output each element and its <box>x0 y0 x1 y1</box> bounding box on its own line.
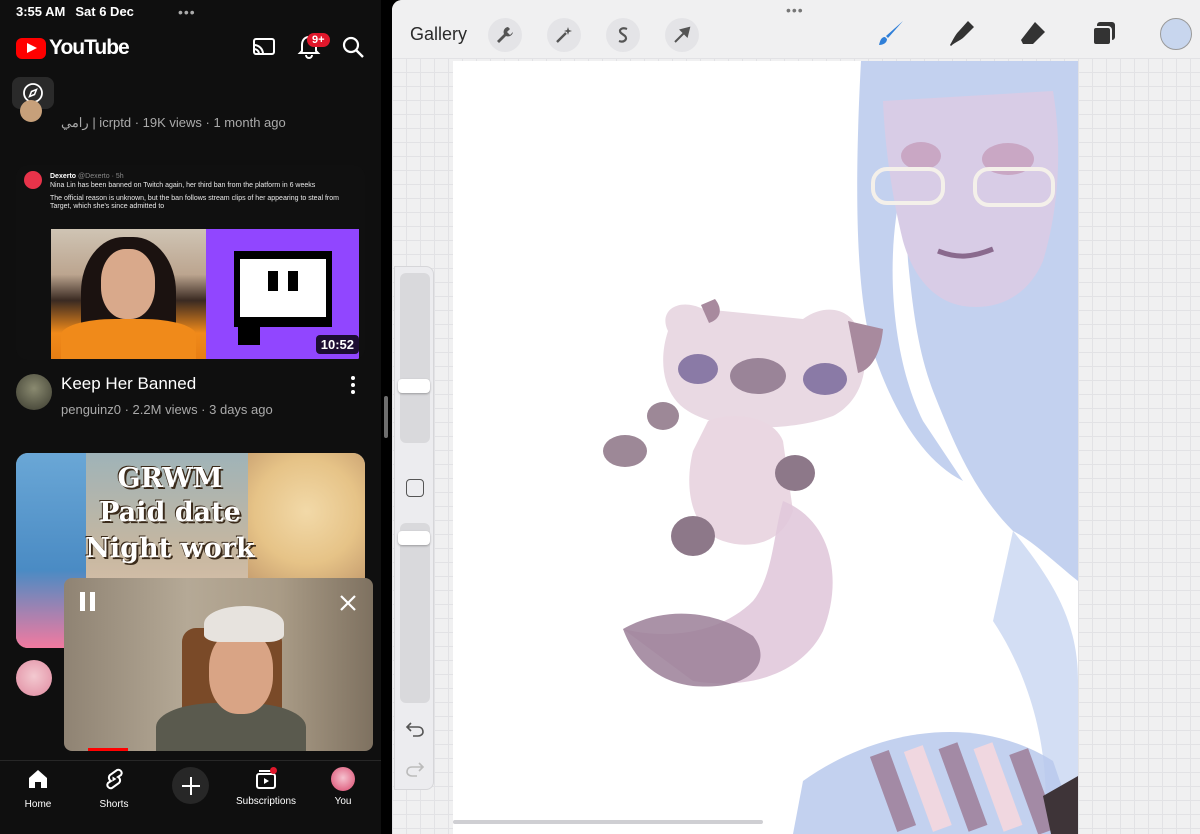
creature-nose <box>730 358 786 394</box>
wrench-icon <box>497 27 513 43</box>
selection-icon <box>618 27 628 43</box>
thumb-text-line: GRWM <box>117 463 223 494</box>
split-view-handle[interactable] <box>384 396 388 438</box>
plus-icon <box>181 776 200 795</box>
twitch-eye <box>268 271 278 291</box>
canvas-scroll-indicator <box>453 820 763 824</box>
nav-subscriptions[interactable]: Subscriptions <box>231 767 301 807</box>
creature-eye-patch <box>678 354 718 384</box>
pause-icon[interactable] <box>80 592 98 612</box>
multitasking-dots-icon[interactable]: ••• <box>786 2 804 18</box>
tweet-author: Dexerto <box>50 173 77 180</box>
eraser-icon[interactable] <box>1017 18 1049 50</box>
miniplayer[interactable] <box>64 578 373 751</box>
creature-paw <box>775 455 815 491</box>
transform-button[interactable] <box>665 18 699 52</box>
pip-head <box>209 630 273 714</box>
magic-wand-icon <box>556 27 572 43</box>
left-eye <box>901 142 941 170</box>
thumbnail-photo <box>51 229 206 359</box>
cast-icon[interactable] <box>251 34 277 60</box>
nav-you[interactable]: You <box>308 767 378 807</box>
twitch-tail <box>238 327 260 345</box>
bottom-navigation: Home Shorts Subscriptions You <box>0 760 381 834</box>
tweet-line-2: The official reason is unknown, but the … <box>50 195 339 210</box>
actions-button[interactable] <box>488 18 522 52</box>
photo-shirt <box>61 319 196 359</box>
previous-video-meta: رامي | icrptd · 19K views · 1 month ago <box>61 115 286 130</box>
status-date: Sat 6 Dec <box>75 4 134 19</box>
tweet-text: Dexerto @Dexerto · 5h Nina Lin has been … <box>50 173 360 211</box>
status-time: 3:55 AM <box>16 4 66 19</box>
creature-eye-patch <box>803 363 847 395</box>
thumb-text-line: Paid date <box>99 497 241 528</box>
smudge-icon[interactable] <box>946 18 978 50</box>
opacity-thumb[interactable] <box>398 531 430 545</box>
nav-home-label: Home <box>24 799 52 810</box>
nav-shorts[interactable]: Shorts <box>79 767 149 810</box>
channel-avatar[interactable] <box>16 374 52 410</box>
shorts-icon <box>106 768 123 790</box>
redo-icon[interactable] <box>405 761 425 777</box>
youtube-header: YouTube 9+ <box>0 30 381 66</box>
tweet-avatar <box>24 171 42 189</box>
youtube-play-icon <box>16 37 46 59</box>
twitch-bubble <box>234 251 332 327</box>
artwork <box>603 61 1078 834</box>
youtube-wordmark: YouTube <box>49 36 130 59</box>
close-icon[interactable] <box>339 594 357 612</box>
side-bar <box>394 266 434 790</box>
new-content-dot <box>270 767 277 774</box>
undo-icon[interactable] <box>405 721 425 737</box>
transform-arrow-icon <box>674 26 691 43</box>
more-options-icon[interactable] <box>349 376 357 398</box>
gallery-button[interactable]: Gallery <box>410 24 467 45</box>
procreate-app: ••• Gallery <box>392 0 1200 834</box>
creature-paw <box>647 402 679 430</box>
split-screen: 3:55 AM Sat 6 Dec ••• YouTube 9+ رامي | … <box>0 0 1200 834</box>
thumb-text-line: Night work <box>85 533 255 564</box>
youtube-logo[interactable]: YouTube <box>16 36 130 60</box>
video-title[interactable]: Keep Her Banned <box>61 374 196 394</box>
tweet-handle: @Dexerto · 5h <box>78 173 124 180</box>
video-meta: penguinz0 · 2.2M views · 3 days ago <box>61 402 273 417</box>
video-thumbnail[interactable]: Dexerto @Dexerto · 5h Nina Lin has been … <box>16 165 365 360</box>
nav-you-label: You <box>334 796 352 807</box>
layers-icon[interactable] <box>1088 18 1120 50</box>
drawing-canvas[interactable] <box>453 61 1078 834</box>
face-shape <box>883 91 1059 307</box>
procreate-toolbar: ••• Gallery <box>392 0 1200 58</box>
photo-face <box>101 249 155 319</box>
home-icon <box>29 770 47 788</box>
adjustments-button[interactable] <box>547 18 581 52</box>
selection-button[interactable] <box>606 18 640 52</box>
miniplayer-progress <box>88 748 128 751</box>
brush-icon[interactable] <box>875 18 907 50</box>
search-icon[interactable] <box>340 34 366 60</box>
create-button[interactable] <box>172 767 209 804</box>
notification-badge: 9+ <box>307 33 330 47</box>
video-info-row[interactable]: Keep Her Banned penguinz0 · 2.2M views ·… <box>16 372 365 422</box>
opacity-slider[interactable] <box>400 523 430 703</box>
nav-shorts-label: Shorts <box>99 799 129 810</box>
twitch-eye <box>288 271 298 291</box>
pip-cap <box>204 606 284 642</box>
color-picker-swatch[interactable] <box>1160 18 1192 50</box>
multitasking-dots-icon[interactable]: ••• <box>178 4 196 20</box>
modify-button[interactable] <box>406 479 424 497</box>
brush-size-slider[interactable] <box>400 273 430 443</box>
you-avatar-icon <box>331 767 355 791</box>
status-bar: 3:55 AM Sat 6 Dec <box>16 4 134 19</box>
brush-size-thumb[interactable] <box>398 379 430 393</box>
nav-home[interactable]: Home <box>3 767 73 810</box>
video-duration: 10:52 <box>315 335 359 354</box>
previous-channel-avatar[interactable] <box>20 100 42 122</box>
youtube-app: 3:55 AM Sat 6 Dec ••• YouTube 9+ رامي | … <box>0 0 381 834</box>
channel-avatar[interactable] <box>16 660 52 696</box>
nav-subscriptions-label: Subscriptions <box>235 796 297 807</box>
creature-paw <box>603 435 647 467</box>
creature-foot <box>671 516 715 556</box>
subscriptions-icon-wrap <box>254 767 278 791</box>
tweet-line-1: Nina Lin has been banned on Twitch again… <box>50 182 316 189</box>
